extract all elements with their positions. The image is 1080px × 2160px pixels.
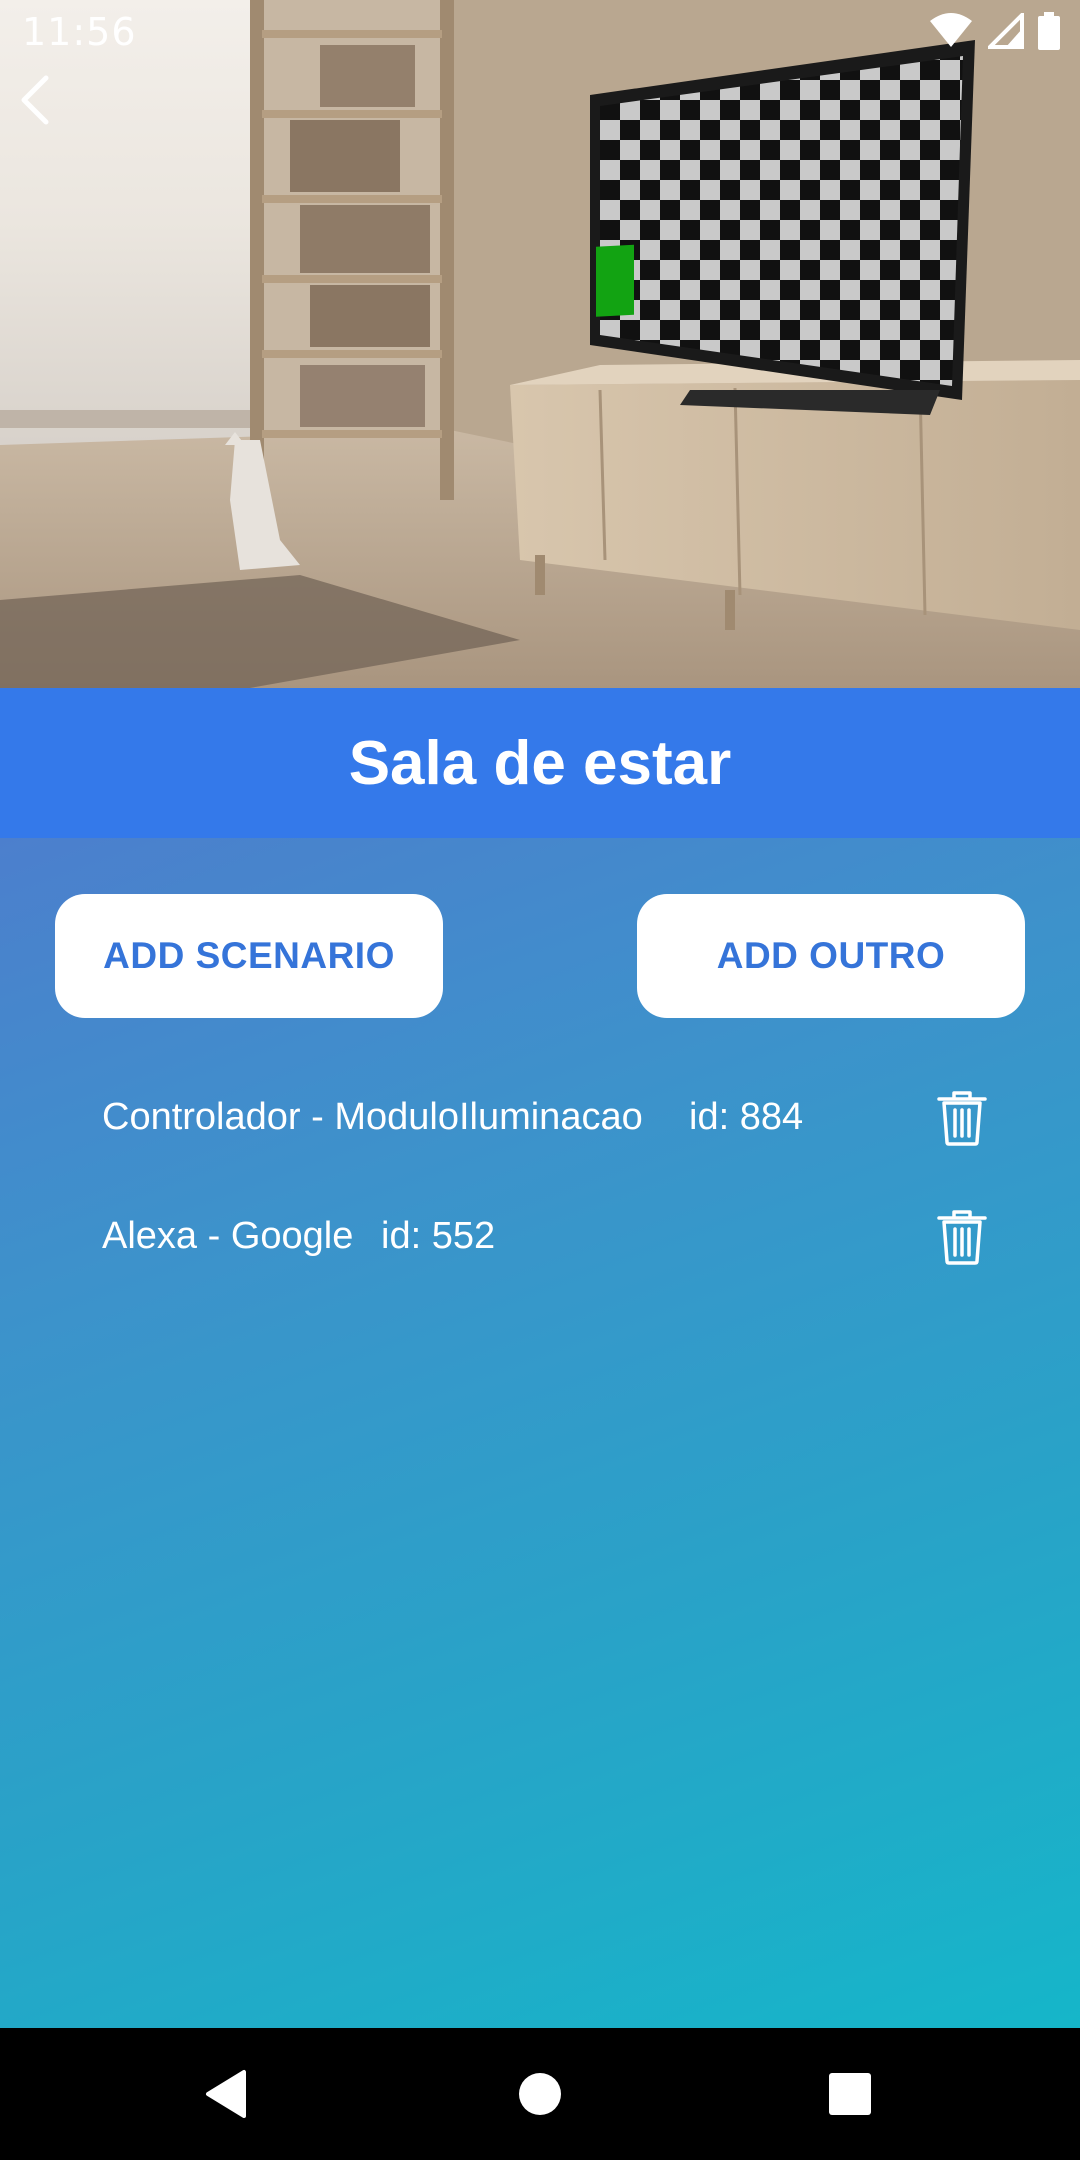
add-scenario-button[interactable]: ADD SCENARIO xyxy=(55,894,443,1018)
nav-home-button[interactable] xyxy=(510,2064,570,2124)
nav-recents-button[interactable] xyxy=(820,2064,880,2124)
home-circle-icon xyxy=(519,2073,561,2115)
back-button[interactable] xyxy=(8,70,68,130)
device-id: id: 884 xyxy=(689,1096,804,1138)
chevron-left-icon xyxy=(21,75,49,125)
room-title-bar: Sala de estar xyxy=(0,688,1080,838)
room-hero-image xyxy=(0,0,1080,688)
device-name: Alexa - Google xyxy=(102,1215,354,1257)
status-time: 11:56 xyxy=(22,10,137,54)
living-room-illustration xyxy=(0,0,1080,688)
room-screen: 11:56 Sala de estar ADD SCENARIO ADD OUT… xyxy=(0,0,1080,2160)
device-id: id: 552 xyxy=(381,1215,496,1257)
delete-device-button[interactable] xyxy=(937,1209,987,1265)
status-bar: 11:56 xyxy=(0,0,1080,66)
device-list: Controlador - ModuloIluminacao id: 884 A… xyxy=(0,1058,1080,1296)
nav-back-button[interactable] xyxy=(196,2064,256,2124)
system-nav-bar xyxy=(0,2028,1080,2160)
recents-square-icon xyxy=(829,2073,871,2115)
delete-device-button[interactable] xyxy=(937,1090,987,1146)
status-icons xyxy=(928,10,1060,55)
trash-icon xyxy=(937,1090,987,1146)
add-outro-button[interactable]: ADD OUTRO xyxy=(637,894,1025,1018)
device-name: Controlador - ModuloIluminacao xyxy=(102,1096,643,1138)
wifi-icon xyxy=(928,13,974,54)
battery-icon xyxy=(1038,12,1060,55)
back-triangle-icon xyxy=(206,2070,246,2118)
room-content: ADD SCENARIO ADD OUTRO Controlador - Mod… xyxy=(0,838,1080,2028)
cellular-signal-icon xyxy=(985,10,1024,54)
trash-icon xyxy=(937,1209,987,1265)
page-title: Sala de estar xyxy=(348,728,732,798)
device-list-item: Alexa - Google id: 552 xyxy=(0,1177,1080,1296)
device-list-item: Controlador - ModuloIluminacao id: 884 xyxy=(0,1058,1080,1177)
